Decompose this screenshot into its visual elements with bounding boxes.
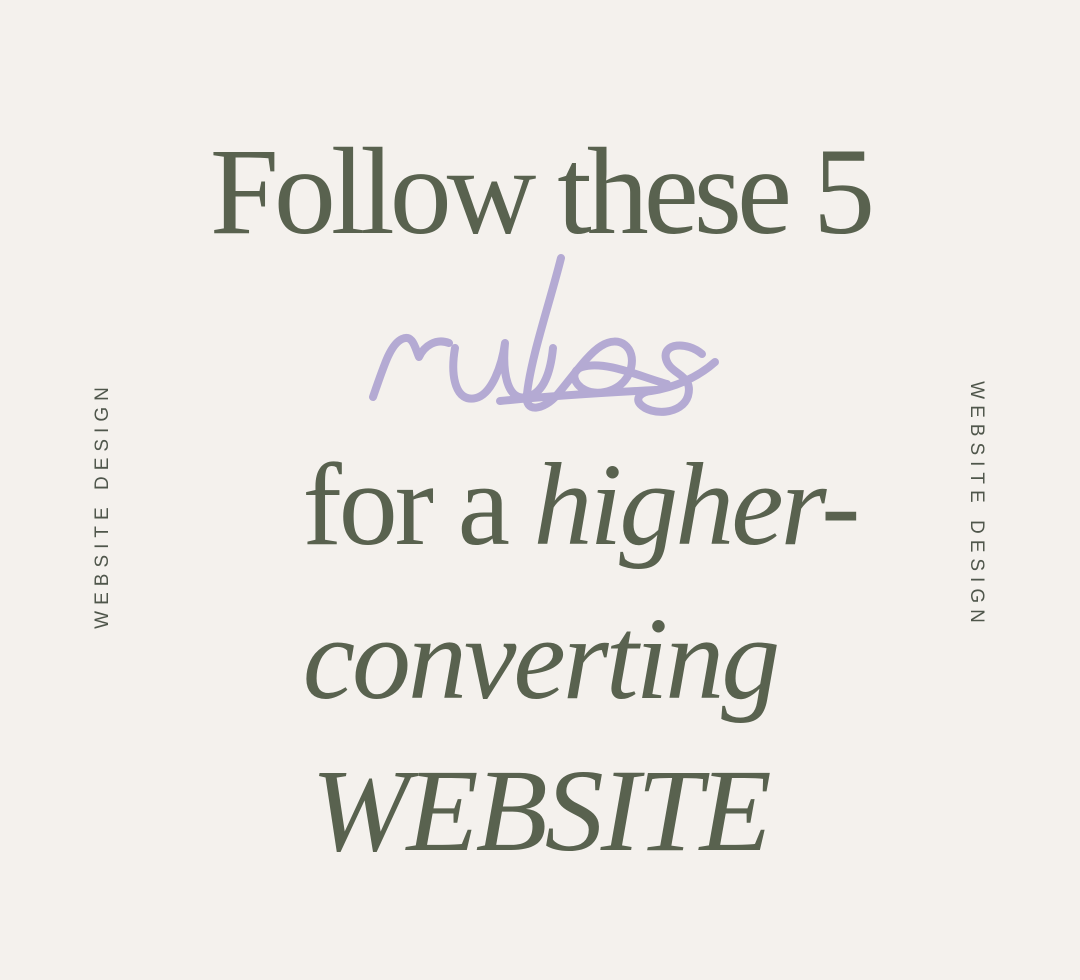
headline-line-3-italic: higher-	[533, 439, 860, 570]
headline-line-3-regular: for a	[302, 439, 534, 570]
headline-line-3: for a higher-	[40, 446, 1080, 564]
headline-line-1: Follow these 5	[209, 123, 875, 260]
graphic-canvas: WEBSITE DESIGN WEBSITE DESIGN Follow the…	[0, 0, 1080, 980]
headline-line-4: converting	[302, 593, 781, 724]
headline-line-5: WEBSITE	[311, 745, 771, 876]
script-word-rules	[369, 254, 719, 416]
